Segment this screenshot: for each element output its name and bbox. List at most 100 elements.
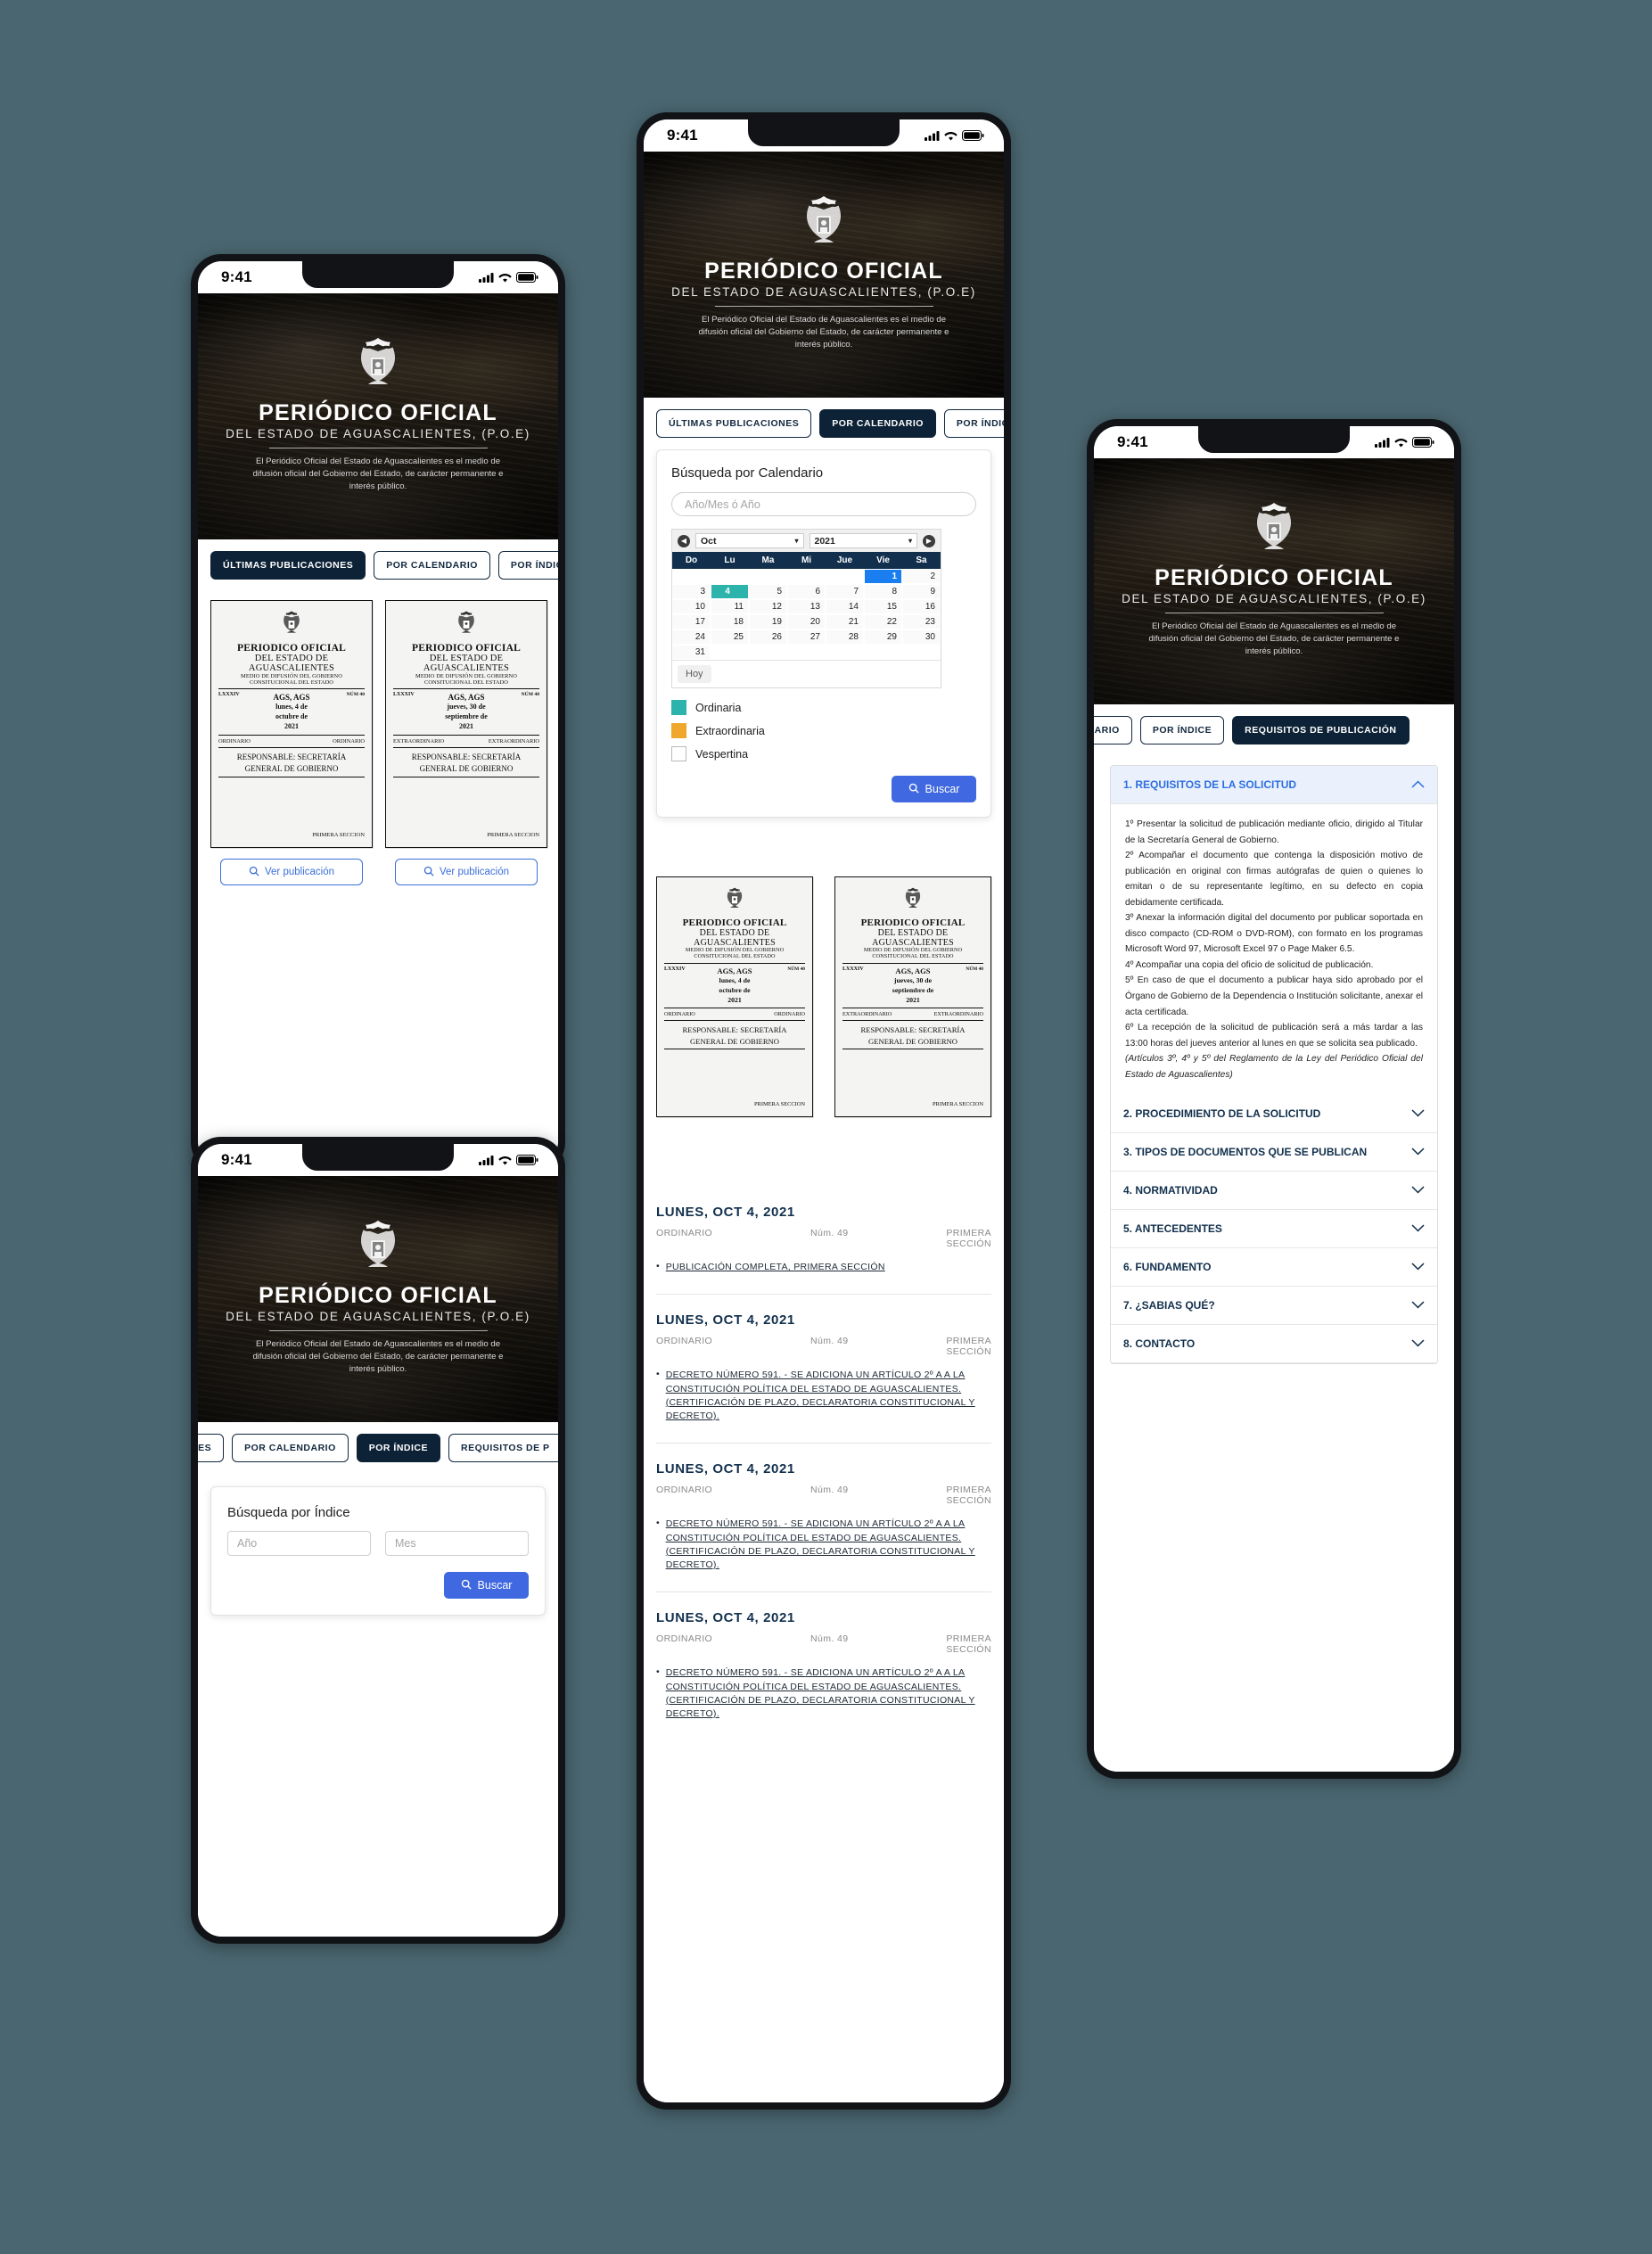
ver-publicacion-button[interactable]: Ver publicación bbox=[220, 859, 363, 885]
accordion-header[interactable]: 2. PROCEDIMIENTO DE LA SOLICITUD bbox=[1111, 1095, 1437, 1134]
calendar-day-19[interactable]: 19 bbox=[749, 614, 787, 629]
publication-meta: ORDINARIO Núm. 49 PRIMERA SECCIÓN bbox=[656, 1633, 991, 1655]
content-area: PERIODICO OFICIAL DEL ESTADO DE AGUASCAL… bbox=[198, 591, 558, 1165]
tab-requisitos-de-publicacion[interactable]: REQUISITOS DE PUBLICACIÓN bbox=[1232, 716, 1410, 744]
calendar-day-6[interactable]: 6 bbox=[787, 584, 826, 599]
calendar-day-26[interactable]: 26 bbox=[749, 629, 787, 645]
accordion-header[interactable]: 8. CONTACTO bbox=[1111, 1325, 1437, 1364]
tab-ultimas-publicaciones[interactable]: ÚLTIMAS PUBLICACIONES bbox=[210, 551, 366, 580]
calendar-day-30[interactable]: 30 bbox=[902, 629, 941, 645]
tab-por-calendario[interactable]: LENDARIO bbox=[1094, 716, 1132, 744]
calendar-day-4[interactable]: 4 bbox=[711, 584, 749, 599]
calendar-day-29[interactable]: 29 bbox=[864, 629, 902, 645]
accordion-header[interactable]: 3. TIPOS DE DOCUMENTOS QUE SE PUBLICAN bbox=[1111, 1133, 1437, 1172]
card-line-2: DEL ESTADO DE bbox=[699, 928, 770, 938]
calendar-day-22[interactable]: 22 bbox=[864, 614, 902, 629]
bullet-icon: • bbox=[656, 1518, 660, 1529]
year-select[interactable]: 2021 ▾ bbox=[809, 533, 917, 548]
calendar-day-8[interactable]: 8 bbox=[864, 584, 902, 599]
publication-entry[interactable]: • DECRETO NÚMERO 591. - SE ADICIONA UN AR… bbox=[656, 1666, 991, 1721]
publication-preview-card[interactable]: PERIODICO OFICIAL DEL ESTADO DE AGUASCAL… bbox=[385, 600, 547, 848]
tab-por-indice[interactable]: POR ÍNDICE bbox=[1139, 716, 1225, 744]
ver-publicacion-button[interactable]: Ver publicación bbox=[395, 859, 538, 885]
tab-ultimas-publicaciones[interactable]: NES bbox=[198, 1434, 225, 1462]
month-select[interactable]: Oct ▾ bbox=[695, 533, 804, 548]
next-arrow-icon[interactable]: ▶ bbox=[923, 534, 935, 547]
legend-label-vespertina: Vespertina bbox=[695, 747, 749, 761]
calendar-day-21[interactable]: 21 bbox=[826, 614, 864, 629]
calendar-day-28[interactable]: 28 bbox=[826, 629, 864, 645]
calendar-day-15[interactable]: 15 bbox=[864, 599, 902, 614]
chevron-down-icon bbox=[1411, 1222, 1425, 1235]
publication-preview-card[interactable]: PERIODICO OFICIAL DEL ESTADO DE AGUASCAL… bbox=[834, 876, 991, 1117]
calendar-day-7[interactable]: 7 bbox=[826, 584, 864, 599]
hoy-button[interactable]: Hoy bbox=[678, 665, 711, 683]
calendar-day-14[interactable]: 14 bbox=[826, 599, 864, 614]
tab-por-calendario[interactable]: POR CALENDARIO bbox=[819, 409, 936, 438]
calendar-day-13[interactable]: 13 bbox=[787, 599, 826, 614]
calendar-empty-cell bbox=[749, 645, 787, 660]
accordion-header[interactable]: 6. FUNDAMENTO bbox=[1111, 1248, 1437, 1287]
calendar-day-5[interactable]: 5 bbox=[749, 584, 787, 599]
accordion-header[interactable]: 5. ANTECEDENTES bbox=[1111, 1210, 1437, 1249]
calendar-day-9[interactable]: 9 bbox=[902, 584, 941, 599]
card-num: NÚM 40 bbox=[787, 966, 805, 972]
tab-por-indice[interactable]: POR ÍNDICE bbox=[943, 409, 1004, 438]
publication-entry[interactable]: • PUBLICACIÓN COMPLETA, PRIMERA SECCIÓN bbox=[656, 1261, 991, 1274]
tab-por-indice[interactable]: POR ÍNDICE bbox=[356, 1434, 441, 1462]
buscar-button[interactable]: Buscar bbox=[892, 776, 976, 802]
battery-icon bbox=[1412, 437, 1434, 448]
card-date-2: septiembre de bbox=[892, 985, 934, 994]
card-volume: LXXXIV bbox=[218, 692, 240, 698]
calendar-day-3[interactable]: 3 bbox=[672, 584, 711, 599]
index-year-value: Año bbox=[237, 1537, 258, 1550]
calendar-widget: ◀ Oct ▾ 2021 ▾ ▶ Do Lu Ma Mi Jue Vie Sa … bbox=[671, 529, 941, 688]
calendar-day-16[interactable]: 16 bbox=[902, 599, 941, 614]
calendar-day-2[interactable]: 2 bbox=[902, 569, 941, 584]
tab-ultimas-publicaciones[interactable]: ÚLTIMAS PUBLICACIONES bbox=[656, 409, 812, 438]
calendar-day-24[interactable]: 24 bbox=[672, 629, 711, 645]
calendar-day-27[interactable]: 27 bbox=[787, 629, 826, 645]
publication-entry[interactable]: • DECRETO NÚMERO 591. - SE ADICIONA UN AR… bbox=[656, 1518, 991, 1572]
tab-por-calendario[interactable]: POR CALENDARIO bbox=[374, 551, 490, 580]
accordion-header[interactable]: 4. NORMATIVIDAD bbox=[1111, 1172, 1437, 1211]
calendar-days-grid[interactable]: 1 2 3 4 5 6 7 8 9 10 11 12 13 14 15 16 17 18 19 20 21 22 23 24 2… bbox=[672, 569, 941, 660]
buscar-button[interactable]: Buscar bbox=[444, 1572, 529, 1599]
publication-entry[interactable]: • DECRETO NÚMERO 591. - SE ADICIONA UN AR… bbox=[656, 1369, 991, 1423]
card-date-1: lunes, 4 de bbox=[275, 703, 308, 712]
publications-row: PERIODICO OFICIAL DEL ESTADO DE AGUASCAL… bbox=[656, 818, 991, 1117]
index-year-input[interactable]: Año bbox=[227, 1531, 371, 1556]
calendar-day-31[interactable]: 31 bbox=[672, 645, 711, 660]
state-coat-of-arms-icon bbox=[213, 610, 370, 641]
hero-description: El Periódico Oficial del Estado de Aguas… bbox=[252, 457, 504, 492]
publication-preview-card[interactable]: PERIODICO OFICIAL DEL ESTADO DE AGUASCAL… bbox=[656, 876, 813, 1117]
accordion-title: 5. ANTECEDENTES bbox=[1123, 1222, 1222, 1236]
accordion-header[interactable]: 7. ¿SABIAS QUÉ? bbox=[1111, 1287, 1437, 1326]
calendar-day-25[interactable]: 25 bbox=[711, 629, 749, 645]
prev-arrow-icon[interactable]: ◀ bbox=[678, 534, 690, 547]
calendar-day-12[interactable]: 12 bbox=[749, 599, 787, 614]
requisitos-note: (Artículos 3º, 4º y 5º del Reglamento de… bbox=[1125, 1054, 1423, 1080]
requisito-1: 1º Presentar la solicitud de publicación… bbox=[1125, 819, 1423, 845]
calendar-day-1[interactable]: 1 bbox=[864, 569, 902, 584]
card-place: AGS, AGS bbox=[448, 693, 485, 703]
calendar-day-18[interactable]: 18 bbox=[711, 614, 749, 629]
calendar-day-23[interactable]: 23 bbox=[902, 614, 941, 629]
index-month-input[interactable]: Mes bbox=[385, 1531, 529, 1556]
calendar-day-17[interactable]: 17 bbox=[672, 614, 711, 629]
calendar-day-20[interactable]: 20 bbox=[787, 614, 826, 629]
calendar-day-11[interactable]: 11 bbox=[711, 599, 749, 614]
tab-por-indice[interactable]: POR ÍNDICE bbox=[497, 551, 558, 580]
calendar-day-10[interactable]: 10 bbox=[672, 599, 711, 614]
index-month-value: Mes bbox=[395, 1537, 416, 1550]
publication-meta: ORDINARIO Núm. 49 PRIMERA SECCIÓN bbox=[656, 1228, 991, 1249]
tab-por-calendario[interactable]: POR CALENDARIO bbox=[232, 1434, 349, 1462]
calendar-header: ◀ Oct ▾ 2021 ▾ ▶ bbox=[672, 530, 941, 552]
publication-preview-card[interactable]: PERIODICO OFICIAL DEL ESTADO DE AGUASCAL… bbox=[210, 600, 373, 848]
publication-kind: ORDINARIO bbox=[656, 1633, 713, 1645]
card-date-3: 2021 bbox=[284, 722, 299, 731]
calendar-search-input[interactable]: Año/Mes ó Año bbox=[671, 492, 976, 516]
hero-description: El Periódico Oficial del Estado de Aguas… bbox=[1148, 621, 1400, 657]
tab-requisitos-de-publicacion[interactable]: REQUISITOS DE P bbox=[448, 1434, 558, 1462]
accordion-header-requisitos-solicitud[interactable]: 1. REQUISITOS DE LA SOLICITUD bbox=[1111, 766, 1437, 804]
